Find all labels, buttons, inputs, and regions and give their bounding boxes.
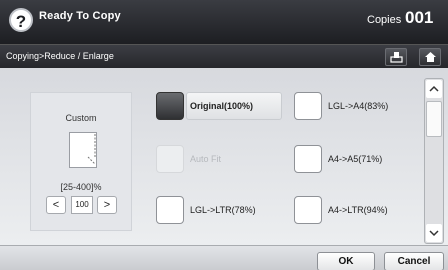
help-icon: ? [15, 12, 27, 31]
page-icon [69, 132, 97, 168]
option-lgl-a4-button[interactable] [294, 92, 322, 120]
page-title: Ready To Copy [39, 10, 121, 22]
cancel-button[interactable]: Cancel [384, 252, 444, 270]
breadcrumb-bar: Copying>Reduce / Enlarge [0, 44, 448, 68]
decrease-button[interactable]: < [46, 196, 66, 214]
copies-label: Copies [367, 14, 402, 26]
scale-value-field[interactable]: 100 [71, 196, 93, 214]
option-a4-ltr-button[interactable] [294, 196, 322, 224]
option-lgl-ltr-button[interactable] [156, 196, 184, 224]
option-lgl-ltr-label: LGL->LTR(78%) [190, 205, 256, 215]
footer-bar: OK Cancel [0, 245, 448, 270]
option-auto-fit-button [156, 145, 184, 173]
help-button[interactable]: ? [9, 8, 33, 32]
scroll-up-icon [429, 85, 439, 92]
title-bar: ? Ready To Copy Copies 001 [0, 0, 448, 44]
scale-range: [25-400]% [60, 182, 102, 192]
scroll-up-button[interactable] [426, 80, 442, 98]
breadcrumb: Copying>Reduce / Enlarge [6, 51, 114, 61]
custom-title: Custom [65, 113, 97, 123]
option-lgl-a4-label: LGL->A4(83%) [328, 101, 389, 111]
job-status-button[interactable] [385, 48, 407, 66]
option-original-label: Original(100%) [190, 101, 254, 111]
scroll-thumb[interactable] [426, 101, 442, 137]
option-original-button[interactable] [156, 92, 184, 120]
reduce-enlarge-panel: Custom [25-400]% < 100 > Original(100%) … [0, 68, 448, 245]
increase-button[interactable]: > [97, 196, 117, 214]
job-status-icon [390, 52, 403, 63]
custom-scale-panel: Custom [25-400]% < 100 > [30, 92, 132, 231]
option-a4-ltr-label: A4->LTR(94%) [328, 205, 388, 215]
copies-count[interactable]: 001 [405, 8, 433, 28]
scroll-down-icon [429, 230, 439, 237]
option-auto-fit-label: Auto Fit [190, 154, 222, 164]
scrollbar[interactable] [424, 78, 444, 244]
option-a4-a5-label: A4->A5(71%) [328, 154, 383, 164]
home-icon [425, 52, 436, 62]
home-button[interactable] [419, 48, 441, 66]
scroll-down-button[interactable] [426, 224, 442, 242]
option-a4-a5-button[interactable] [294, 145, 322, 173]
ok-button[interactable]: OK [317, 252, 375, 270]
